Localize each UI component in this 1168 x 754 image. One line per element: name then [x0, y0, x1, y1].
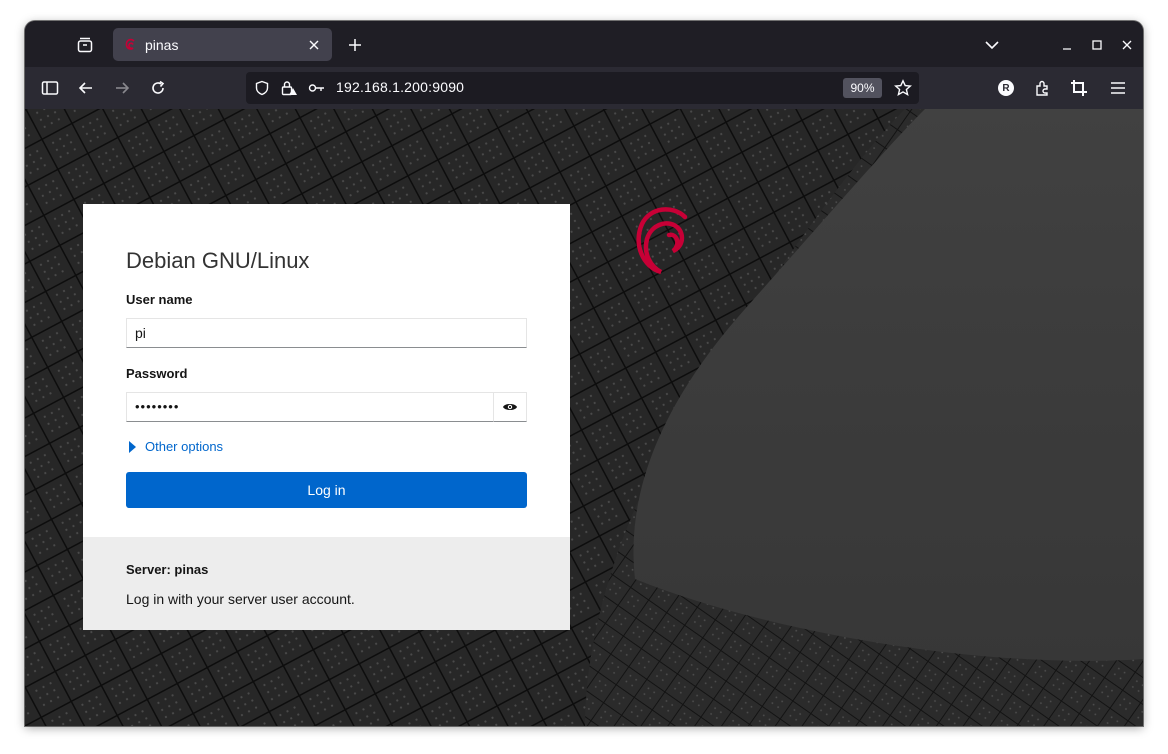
new-tab-icon[interactable] [343, 33, 367, 57]
brand-title: Debian GNU/Linux [126, 248, 310, 273]
tab-pinas[interactable]: pinas [113, 28, 332, 61]
profile-avatar[interactable]: R [994, 76, 1018, 100]
password-label: Password [126, 366, 188, 381]
login-footer: Server: pinas Log in with your server us… [83, 537, 570, 630]
url-text[interactable]: 192.168.1.200:9090 [336, 79, 464, 95]
back-arrow-icon[interactable] [74, 76, 98, 100]
maximize-icon[interactable] [1085, 33, 1109, 57]
zoom-level-badge[interactable]: 90% [843, 78, 882, 98]
minimize-icon[interactable] [1055, 33, 1079, 57]
login-card: Debian GNU/Linux User name pi Password •… [83, 204, 570, 537]
screenshot-crop-icon[interactable] [1067, 76, 1091, 100]
lock-warning-icon[interactable] [280, 79, 298, 97]
page-content: Debian GNU/Linux User name pi Password •… [25, 109, 1143, 726]
tab-title: pinas [145, 36, 179, 53]
username-label: User name [126, 292, 193, 307]
close-tab-icon[interactable] [304, 35, 324, 55]
other-options-toggle[interactable]: Other options [129, 439, 223, 454]
hamburger-menu-icon[interactable] [1106, 76, 1130, 100]
reload-icon[interactable] [146, 76, 170, 100]
tab-view-icon[interactable] [73, 33, 97, 57]
chevron-down-icon[interactable] [980, 33, 1004, 57]
password-input[interactable]: •••••••• [126, 392, 494, 422]
server-name: Server: pinas [126, 562, 209, 577]
browser-window: pinas 192.168.1.200:9090 90% R Debian GN… [25, 21, 1143, 726]
shield-icon[interactable] [253, 79, 271, 97]
username-input[interactable]: pi [126, 318, 527, 348]
bookmark-star-icon[interactable] [894, 79, 912, 97]
debian-favicon-icon [125, 38, 135, 50]
caret-right-icon [129, 440, 136, 453]
profile-initial: R [1002, 82, 1010, 94]
login-button[interactable]: Log in [126, 472, 527, 508]
extensions-icon[interactable] [1030, 76, 1054, 100]
url-bar[interactable]: 192.168.1.200:9090 90% [246, 72, 919, 104]
other-options-label: Other options [145, 439, 224, 454]
tab-strip: pinas [25, 21, 1143, 67]
server-hint: Log in with your server user account. [126, 591, 355, 607]
sidebar-toggle-icon[interactable] [38, 76, 62, 100]
navigation-bar: 192.168.1.200:9090 90% R [25, 67, 1143, 109]
forward-arrow-icon[interactable] [110, 76, 134, 100]
show-password-eye-icon[interactable] [493, 392, 527, 422]
key-icon[interactable] [308, 79, 326, 97]
close-window-icon[interactable] [1115, 33, 1139, 57]
